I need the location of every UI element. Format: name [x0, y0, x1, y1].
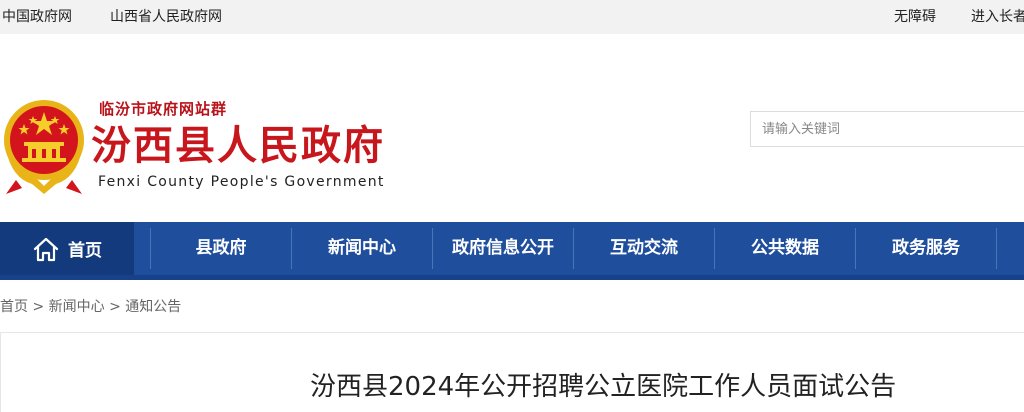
nav-item-news[interactable]: 新闻中心	[292, 222, 432, 275]
article-title: 汾西县2024年公开招聘公立医院工作人员面试公告	[310, 372, 897, 402]
site-group-label: 临汾市政府网站群	[99, 100, 228, 118]
breadcrumb-home[interactable]: 首页	[0, 299, 28, 315]
nav-item-interaction[interactable]: 互动交流	[574, 222, 714, 275]
nav-item-home[interactable]: 首页	[0, 222, 134, 275]
link-accessibility[interactable]: 无障碍	[894, 0, 936, 34]
link-shanxi-gov[interactable]: 山西省人民政府网	[110, 0, 222, 34]
nav-home-label: 首页	[68, 241, 102, 261]
link-elder-mode[interactable]: 进入长者模式	[971, 0, 1024, 34]
search-box	[750, 111, 1024, 147]
breadcrumb-separator: >	[109, 299, 121, 315]
nav-item-gov-services[interactable]: 政务服务	[856, 222, 996, 275]
nav-divider	[996, 228, 997, 269]
breadcrumb-notices[interactable]: 通知公告	[125, 299, 181, 315]
main-nav: 首页 县政府 新闻中心 政府信息公开 互动交流 公共数据 政务服务	[0, 222, 1024, 280]
nav-item-county-gov[interactable]: 县政府	[151, 222, 291, 275]
search-input[interactable]	[751, 112, 1024, 146]
site-title-english: Fenxi County People's Government	[98, 174, 385, 190]
nav-item-info-disclosure[interactable]: 政府信息公开	[433, 222, 573, 275]
home-icon	[33, 237, 59, 261]
nav-bottom-border	[0, 275, 1024, 280]
top-bar: 中国政府网 山西省人民政府网 无障碍 进入长者模式	[0, 0, 1024, 34]
site-title[interactable]: 汾西县人民政府	[91, 122, 385, 170]
breadcrumb-news[interactable]: 新闻中心	[49, 299, 105, 315]
national-emblem-icon	[4, 100, 84, 194]
breadcrumb: 首页 > 新闻中心 > 通知公告	[0, 296, 181, 316]
breadcrumb-separator: >	[32, 299, 45, 315]
nav-item-public-data[interactable]: 公共数据	[715, 222, 855, 275]
site-header: 临汾市政府网站群 汾西县人民政府 Fenxi County People's G…	[0, 34, 1024, 222]
link-china-gov[interactable]: 中国政府网	[2, 0, 72, 34]
